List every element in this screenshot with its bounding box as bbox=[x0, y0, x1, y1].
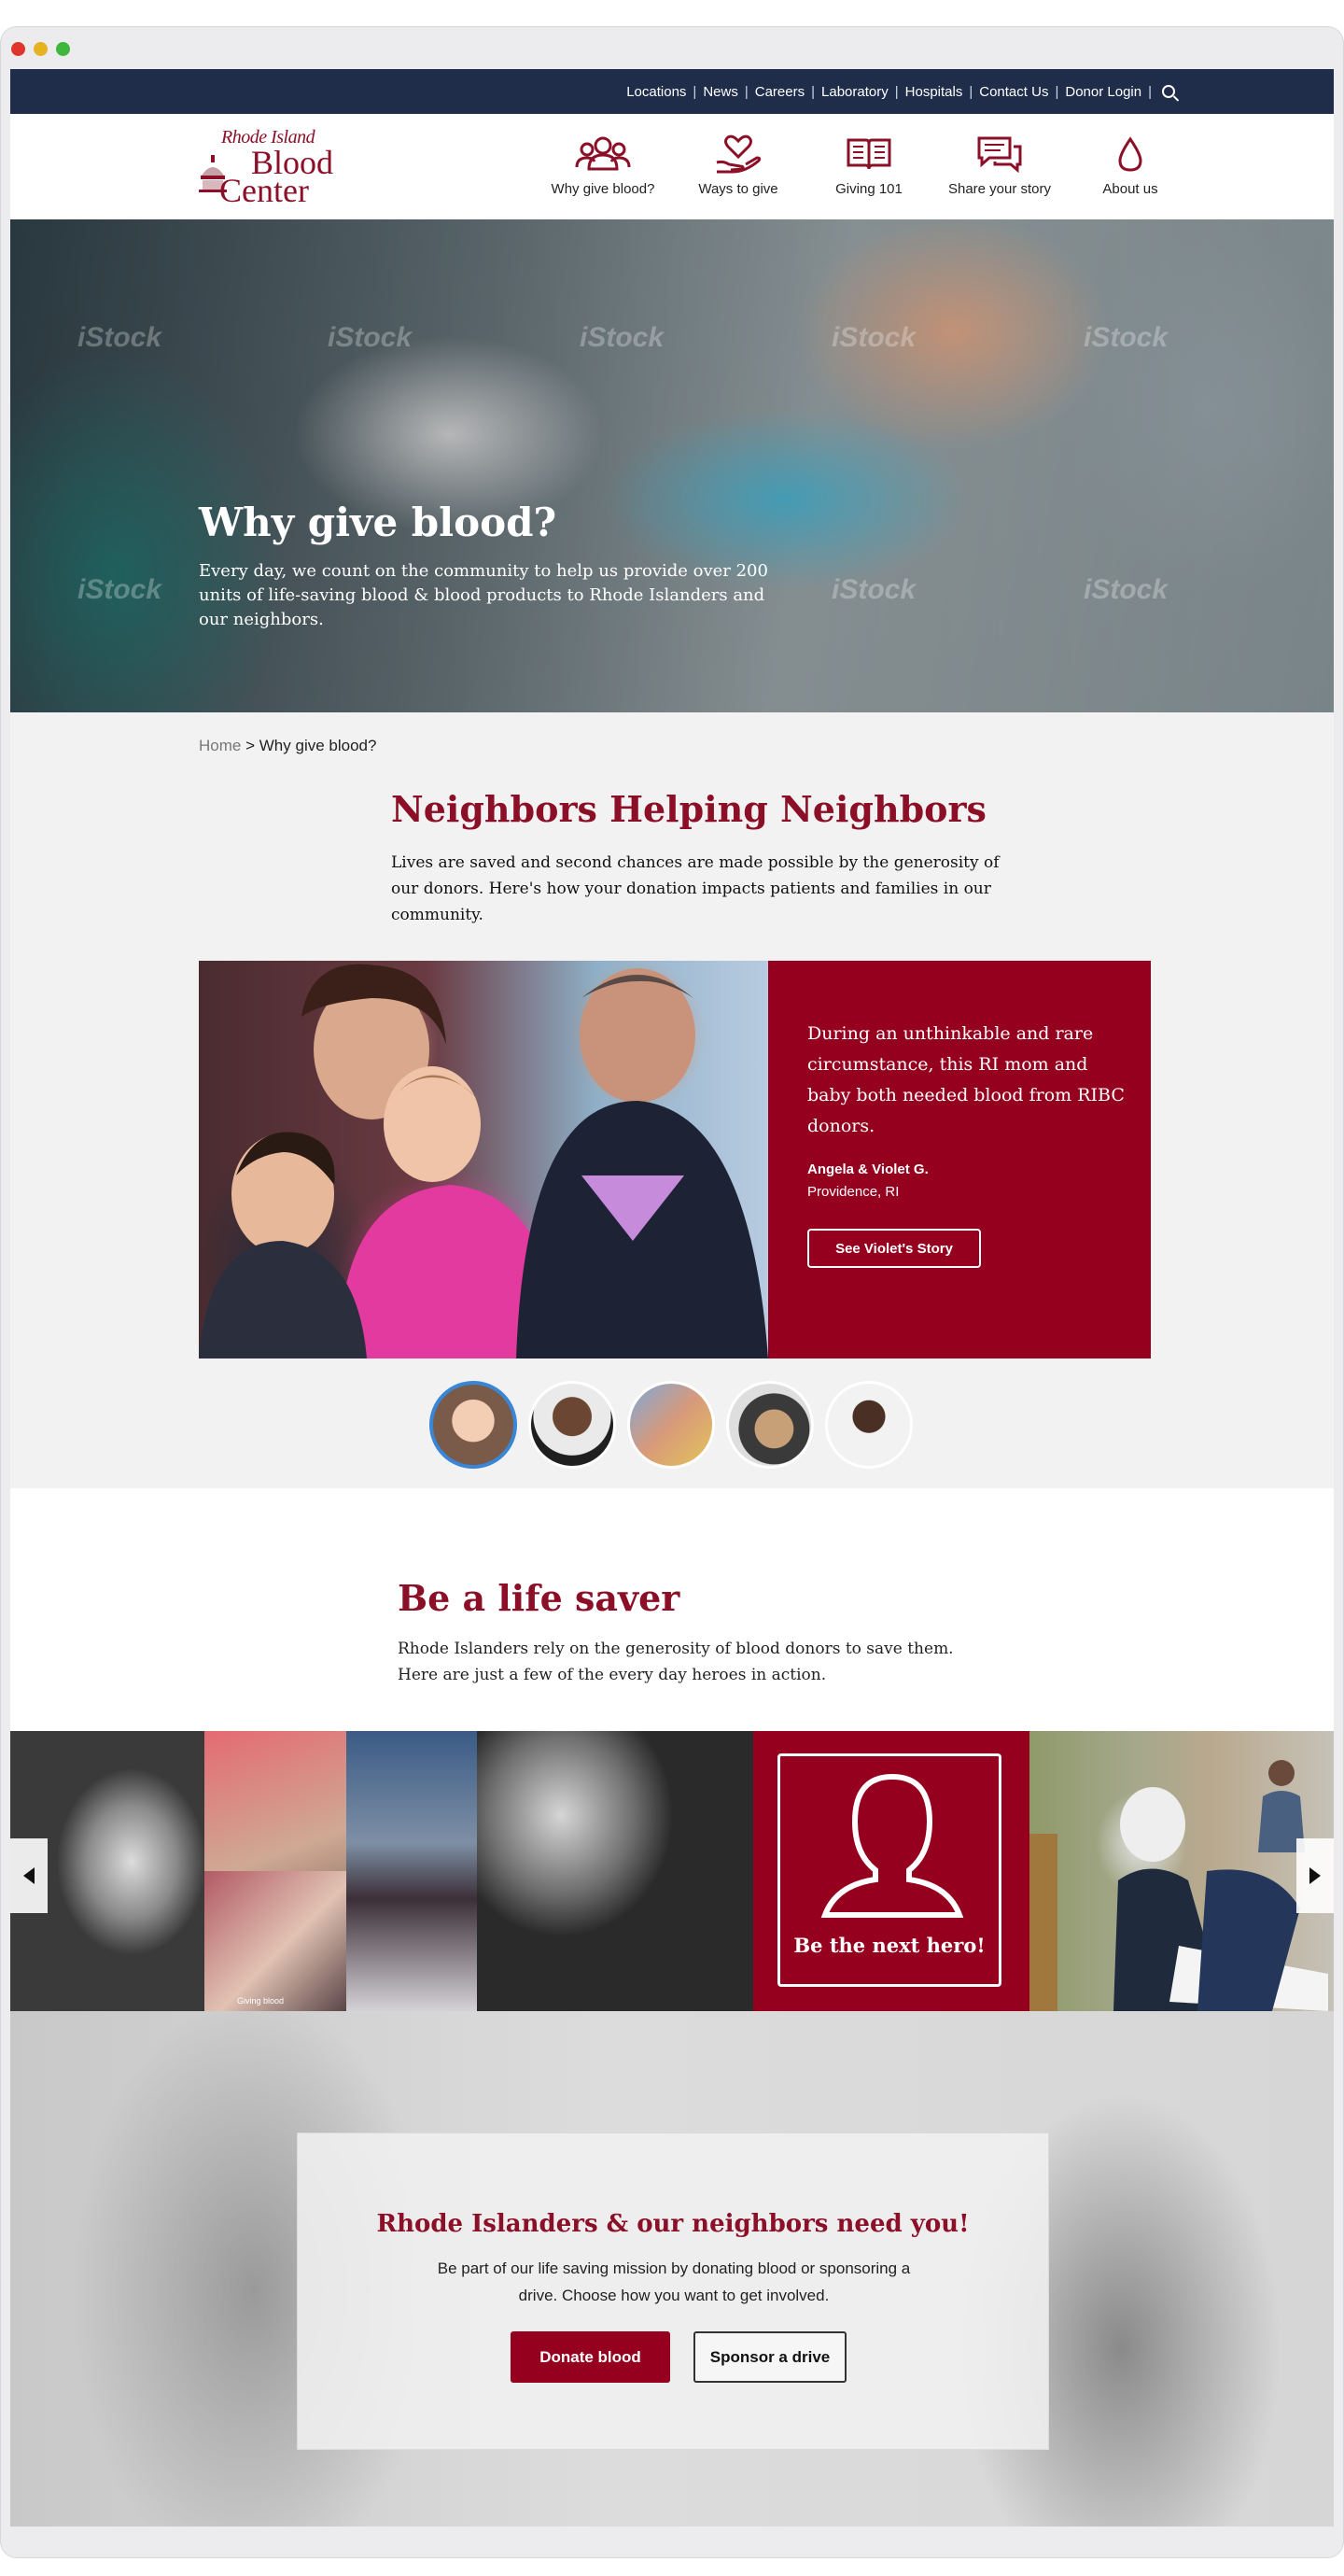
next-hero-frame: Be the next hero! bbox=[777, 1753, 1001, 1987]
hero-text: Every day, we count on the community to … bbox=[199, 561, 768, 629]
nav-label: About us bbox=[1102, 181, 1158, 197]
maximize-window-dot[interactable] bbox=[56, 42, 70, 56]
gallery-prev-arrow[interactable] bbox=[10, 1838, 48, 1913]
nav-item-giving-101[interactable]: Giving 101 bbox=[804, 133, 934, 197]
story-name: Angela & Violet G. bbox=[807, 1161, 929, 1177]
site-header: Rhode Island Blood Center Why give blood… bbox=[10, 114, 1334, 219]
breadcrumb-home[interactable]: Home bbox=[199, 737, 241, 754]
util-link-locations[interactable]: Locations bbox=[626, 84, 686, 100]
hero-title: Why give blood? bbox=[199, 500, 557, 545]
life-saver-title: Be a life saver bbox=[398, 1577, 680, 1619]
cta-title: Rhode Islanders & our neighbors need you… bbox=[376, 2210, 970, 2238]
nav-label: Giving 101 bbox=[835, 181, 903, 197]
nav-item-why-give-blood[interactable]: Why give blood? bbox=[533, 133, 673, 197]
gallery-photo[interactable] bbox=[346, 1731, 477, 2011]
gallery-photo[interactable] bbox=[477, 1731, 753, 2011]
breadcrumb: Home > Why give blood? bbox=[199, 737, 376, 755]
see-story-button[interactable]: See Violet's Story bbox=[807, 1229, 981, 1268]
utility-links: Locations | News | Careers | Laboratory … bbox=[626, 69, 1175, 114]
watermark: iStock bbox=[832, 574, 917, 605]
logo-text-line3: Center bbox=[219, 172, 309, 209]
watermark: iStock bbox=[580, 322, 665, 353]
watermark: iStock bbox=[832, 322, 917, 353]
nav-label: Ways to give bbox=[698, 181, 778, 197]
util-link-news[interactable]: News bbox=[703, 84, 738, 100]
utility-bar: Locations | News | Careers | Laboratory … bbox=[10, 69, 1334, 114]
gallery-next-arrow[interactable] bbox=[1296, 1838, 1334, 1913]
donor-trooper-shapes bbox=[1029, 1760, 1328, 2011]
cta-text: Be part of our life saving mission by do… bbox=[437, 2259, 911, 2304]
chat-icon bbox=[970, 133, 1029, 176]
chevron-left-icon bbox=[23, 1867, 35, 1884]
close-window-dot[interactable] bbox=[11, 42, 25, 56]
util-separator: | bbox=[693, 83, 697, 100]
story-thumb[interactable] bbox=[528, 1381, 616, 1469]
util-separator: | bbox=[969, 83, 973, 100]
chevron-right-icon bbox=[1309, 1867, 1321, 1884]
story-place: Providence, RI bbox=[807, 1184, 900, 1200]
nav-label: Share your story bbox=[947, 181, 1052, 197]
hero-overlay bbox=[10, 219, 1334, 712]
site-logo[interactable]: Rhode Island Blood Center bbox=[199, 127, 333, 209]
watermark: iStock bbox=[77, 322, 162, 353]
util-separator: | bbox=[811, 83, 816, 100]
story-panel: During an unthinkable and rare circumsta… bbox=[768, 961, 1151, 1358]
nav-label: Why give blood? bbox=[551, 181, 655, 197]
watermark: iStock bbox=[328, 322, 413, 353]
util-link-laboratory[interactable]: Laboratory bbox=[821, 84, 889, 100]
util-link-careers[interactable]: Careers bbox=[755, 84, 805, 100]
neighbors-title: Neighbors Helping Neighbors bbox=[391, 788, 987, 830]
util-separator: | bbox=[894, 83, 899, 100]
cta-box: Rhode Islanders & our neighbors need you… bbox=[297, 2133, 1049, 2450]
util-separator: | bbox=[1055, 83, 1059, 100]
story-thumb[interactable] bbox=[726, 1381, 814, 1469]
util-link-hospitals[interactable]: Hospitals bbox=[905, 84, 963, 100]
story-thumb[interactable] bbox=[429, 1381, 517, 1469]
sponsor-drive-button[interactable]: Sponsor a drive bbox=[693, 2331, 847, 2383]
donate-blood-button[interactable]: Donate blood bbox=[511, 2331, 670, 2383]
next-hero-tile[interactable]: Be the next hero! bbox=[753, 1731, 1029, 2011]
gallery-caption: Giving blood bbox=[237, 1996, 285, 2006]
story-thumb[interactable] bbox=[627, 1381, 715, 1469]
watermark: iStock bbox=[1084, 322, 1169, 353]
gallery-photo[interactable] bbox=[1029, 1731, 1334, 2011]
next-hero-label: Be the next hero! bbox=[793, 1934, 986, 1957]
nav-item-ways-to-give[interactable]: Ways to give bbox=[673, 133, 804, 197]
main-nav: Why give blood? Ways to give Giving 101 … bbox=[533, 133, 1196, 197]
story-photo bbox=[199, 961, 768, 1358]
search-icon[interactable] bbox=[1162, 85, 1175, 98]
watermark: iStock bbox=[77, 574, 162, 605]
life-saver-text: Rhode Islanders rely on the generosity o… bbox=[398, 1640, 954, 1684]
family-photo-shapes bbox=[199, 964, 768, 1358]
neighbors-text: Lives are saved and second chances are m… bbox=[391, 853, 1000, 924]
minimize-window-dot[interactable] bbox=[34, 42, 48, 56]
page-viewport: Locations | News | Careers | Laboratory … bbox=[10, 69, 1334, 2527]
heart-hand-icon bbox=[708, 133, 768, 176]
breadcrumb-current: Why give blood? bbox=[259, 737, 377, 754]
nav-item-share-your-story[interactable]: Share your story bbox=[934, 133, 1065, 197]
drop-icon bbox=[1100, 133, 1160, 176]
util-separator: | bbox=[1148, 83, 1152, 100]
person-silhouette-icon bbox=[820, 1773, 964, 1918]
util-link-donor-login[interactable]: Donor Login bbox=[1065, 84, 1141, 100]
hero-banner: iStock iStock iStock iStock iStock iStoc… bbox=[10, 219, 1334, 712]
util-separator: | bbox=[744, 83, 749, 100]
breadcrumb-separator: > bbox=[245, 737, 256, 754]
people-icon bbox=[573, 133, 633, 176]
gallery-photo[interactable]: Giving blood bbox=[204, 1871, 346, 2011]
book-icon bbox=[839, 133, 899, 176]
watermark: iStock bbox=[1084, 574, 1169, 605]
util-link-contact[interactable]: Contact Us bbox=[979, 84, 1048, 100]
donor-gallery: Giving blood Be the next hero! bbox=[10, 1731, 1334, 2011]
nav-item-about-us[interactable]: About us bbox=[1065, 133, 1196, 197]
story-thumbnails bbox=[429, 1381, 913, 1469]
story-quote: During an unthinkable and rare circumsta… bbox=[807, 1023, 1125, 1136]
story-thumb[interactable] bbox=[825, 1381, 913, 1469]
